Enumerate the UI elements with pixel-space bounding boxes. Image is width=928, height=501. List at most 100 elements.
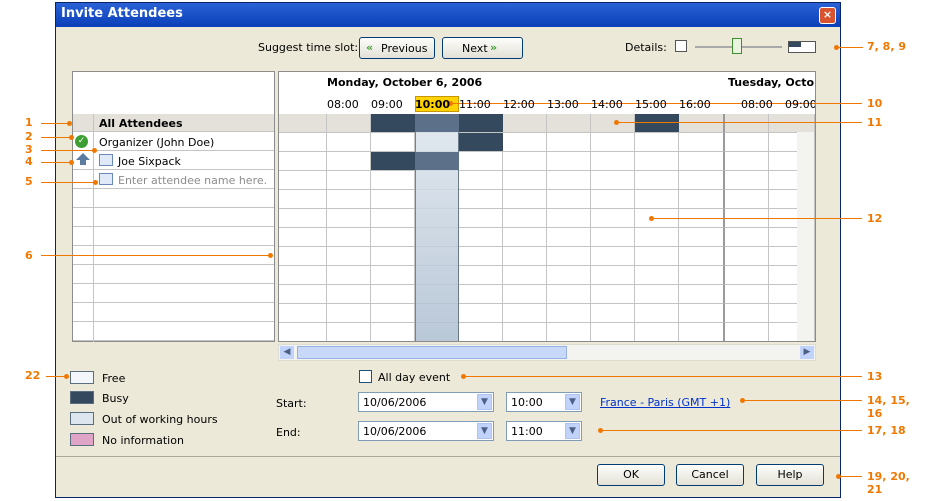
schedule-cell[interactable] [547, 304, 591, 323]
schedule-cell[interactable] [635, 133, 679, 152]
schedule-cell[interactable] [725, 266, 769, 285]
schedule-cell[interactable] [279, 266, 327, 285]
schedule-cell[interactable] [503, 152, 547, 171]
schedule-cell[interactable] [503, 304, 547, 323]
schedule-cell[interactable] [371, 133, 415, 152]
next-button[interactable]: Next » [442, 37, 523, 59]
schedule-cell[interactable] [503, 114, 547, 133]
details-slider-thumb[interactable] [732, 38, 742, 54]
attendee-row[interactable] [73, 322, 274, 341]
schedule-cell[interactable] [679, 304, 725, 323]
chevron-down-icon[interactable]: ▼ [565, 394, 580, 410]
schedule-cell[interactable] [279, 190, 327, 209]
schedule-cell[interactable] [591, 304, 635, 323]
timezone-link[interactable]: France - Paris (GMT +1) [600, 396, 730, 409]
schedule-cell[interactable] [679, 228, 725, 247]
schedule-cell[interactable] [371, 304, 415, 323]
schedule-cell[interactable] [503, 247, 547, 266]
schedule-cell[interactable] [679, 266, 725, 285]
schedule-cell[interactable] [679, 133, 725, 152]
end-date-field[interactable]: 10/06/2006 ▼ [358, 421, 494, 441]
schedule-cell[interactable] [591, 190, 635, 209]
schedule-cell[interactable] [371, 228, 415, 247]
schedule-cell[interactable] [459, 323, 503, 341]
schedule-cell[interactable] [591, 133, 635, 152]
scroll-right-icon[interactable]: ▶ [800, 346, 814, 359]
schedule-cell[interactable] [635, 228, 679, 247]
schedule-cell[interactable] [547, 247, 591, 266]
schedule-cell[interactable] [725, 304, 769, 323]
schedule-cell[interactable] [327, 171, 371, 190]
schedule-cell[interactable] [547, 266, 591, 285]
help-button[interactable]: Help [756, 464, 824, 486]
schedule-cell[interactable] [279, 304, 327, 323]
schedule-cell[interactable] [459, 228, 503, 247]
schedule-cell[interactable] [459, 171, 503, 190]
attendee-row[interactable] [73, 227, 274, 246]
attendee-row[interactable] [73, 284, 274, 303]
schedule-cell[interactable] [327, 266, 371, 285]
chevron-down-icon[interactable]: ▼ [477, 423, 492, 439]
schedule-cell[interactable] [547, 114, 591, 133]
chevron-down-icon[interactable]: ▼ [477, 394, 492, 410]
schedule-cell[interactable] [679, 114, 725, 133]
schedule-cell[interactable] [371, 285, 415, 304]
schedule-cell[interactable] [327, 323, 371, 341]
schedule-cell[interactable] [371, 190, 415, 209]
schedule-cell[interactable] [371, 171, 415, 190]
schedule-cell[interactable] [371, 323, 415, 341]
schedule-cell[interactable] [635, 171, 679, 190]
schedule-cell[interactable] [327, 209, 371, 228]
schedule-cell[interactable] [503, 133, 547, 152]
ok-button[interactable]: OK [597, 464, 665, 486]
schedule-cell[interactable] [279, 285, 327, 304]
schedule-cell[interactable] [327, 133, 371, 152]
schedule-cell[interactable] [503, 171, 547, 190]
previous-button[interactable]: « Previous [359, 37, 435, 59]
attendee-row[interactable] [73, 303, 274, 322]
schedule-cell[interactable] [459, 285, 503, 304]
attendee-row[interactable] [73, 189, 274, 208]
schedule-cell[interactable] [279, 323, 327, 341]
attendee-row[interactable] [73, 265, 274, 284]
schedule-cell[interactable] [635, 323, 679, 341]
schedule-cell[interactable] [725, 190, 769, 209]
schedule-cell[interactable] [547, 133, 591, 152]
schedule-cell[interactable] [591, 209, 635, 228]
scroll-thumb[interactable] [297, 346, 567, 359]
horizontal-scrollbar[interactable]: ◀ ▶ [278, 344, 816, 361]
schedule-cell[interactable] [591, 266, 635, 285]
start-date-field[interactable]: 10/06/2006 ▼ [358, 392, 494, 412]
schedule-cell[interactable] [547, 152, 591, 171]
schedule-cell[interactable] [591, 152, 635, 171]
schedule-cell[interactable] [327, 190, 371, 209]
schedule-cell[interactable] [327, 285, 371, 304]
schedule-cell[interactable] [459, 247, 503, 266]
schedule-cell[interactable] [591, 171, 635, 190]
schedule-cell[interactable] [679, 247, 725, 266]
schedule-cell[interactable] [679, 152, 725, 171]
schedule-cell[interactable] [725, 114, 769, 133]
schedule-cell[interactable] [459, 190, 503, 209]
schedule-cell[interactable] [635, 285, 679, 304]
schedule-cell[interactable] [547, 285, 591, 304]
schedule-cell[interactable] [725, 171, 769, 190]
schedule-cell[interactable] [725, 133, 769, 152]
schedule-cell[interactable] [279, 171, 327, 190]
schedule-cell[interactable] [679, 285, 725, 304]
schedule-cell[interactable] [591, 114, 635, 133]
schedule-cell[interactable] [679, 171, 725, 190]
schedule-cell[interactable] [503, 285, 547, 304]
schedule-cell[interactable] [725, 247, 769, 266]
schedule-cell[interactable] [327, 247, 371, 266]
schedule-cell[interactable] [327, 228, 371, 247]
schedule-cell[interactable] [459, 304, 503, 323]
schedule-cell[interactable] [635, 152, 679, 171]
schedule-cell[interactable] [635, 266, 679, 285]
schedule-cell[interactable] [503, 266, 547, 285]
schedule-cell[interactable] [279, 209, 327, 228]
vertical-scrollbar[interactable] [797, 132, 814, 341]
schedule-cell[interactable] [459, 209, 503, 228]
attendee-row[interactable] [73, 208, 274, 227]
schedule-cell[interactable] [547, 228, 591, 247]
